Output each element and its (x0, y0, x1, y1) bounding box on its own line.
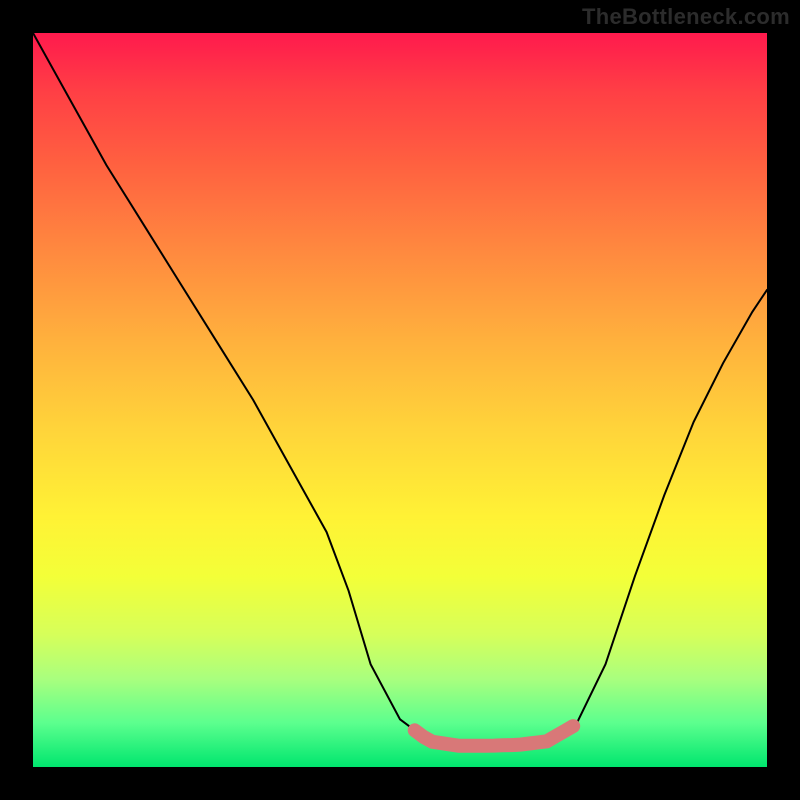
plot-area (33, 33, 767, 767)
chart-svg (33, 33, 767, 767)
value-curve (33, 33, 767, 746)
highlight-band (415, 726, 574, 746)
watermark-text: TheBottleneck.com (582, 4, 790, 30)
chart-frame: TheBottleneck.com (0, 0, 800, 800)
